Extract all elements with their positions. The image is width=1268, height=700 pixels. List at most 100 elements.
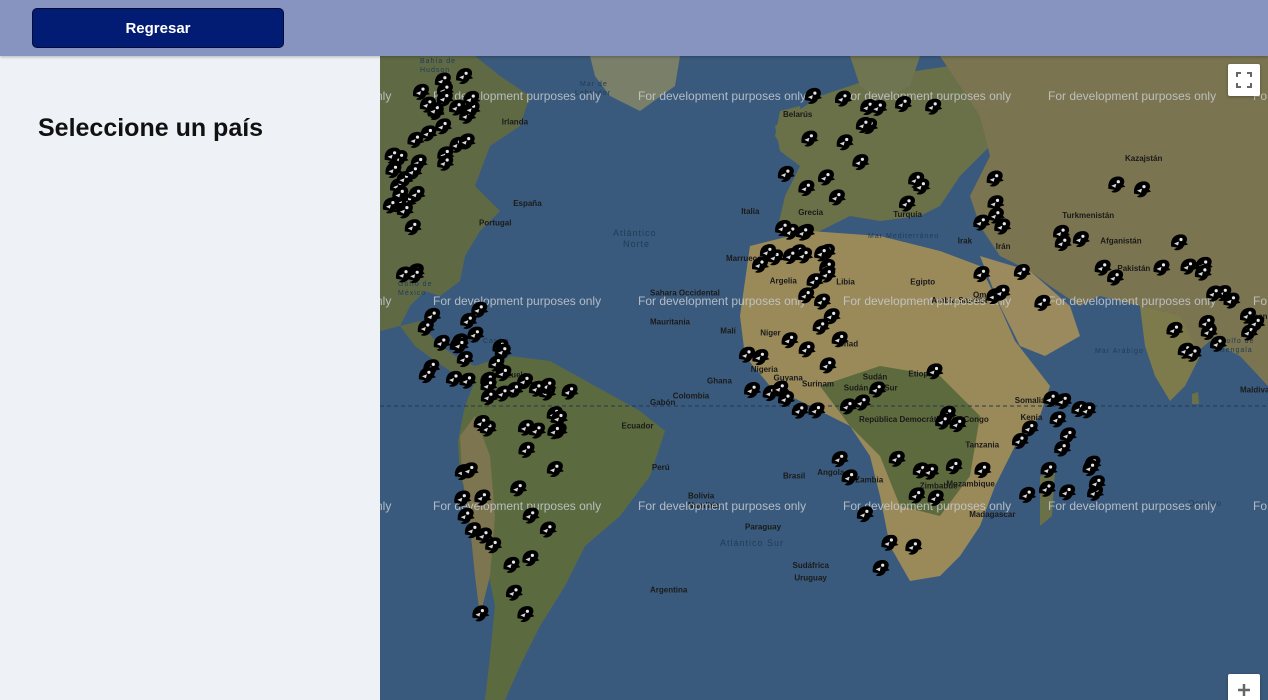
bird-marker-icon[interactable] bbox=[417, 319, 435, 336]
watermark-text: For development purposes only bbox=[638, 499, 806, 513]
bird-marker-icon[interactable] bbox=[456, 351, 474, 368]
bird-marker-icon[interactable] bbox=[819, 357, 837, 374]
bird-marker-icon[interactable] bbox=[840, 398, 857, 415]
bird-marker-icon[interactable] bbox=[836, 134, 854, 151]
bird-marker-icon[interactable] bbox=[814, 293, 832, 310]
bird-marker-icon[interactable] bbox=[539, 521, 557, 538]
fullscreen-button[interactable] bbox=[1228, 64, 1260, 96]
bird-marker-icon[interactable] bbox=[852, 154, 870, 171]
bird-marker-icon[interactable] bbox=[518, 441, 536, 458]
bird-marker-icon[interactable] bbox=[812, 318, 830, 335]
bird-marker-icon[interactable] bbox=[808, 402, 826, 419]
country-label: República Democrática del Congo bbox=[859, 415, 989, 424]
bird-marker-icon[interactable] bbox=[1012, 432, 1029, 449]
watermark-fragment-right: Fo bbox=[1253, 294, 1267, 308]
bird-marker-icon[interactable] bbox=[1072, 231, 1090, 248]
back-button[interactable]: Regresar bbox=[32, 8, 284, 48]
bird-marker-icon[interactable] bbox=[459, 372, 477, 389]
bird-marker-icon[interactable] bbox=[460, 312, 478, 329]
country-label: Kazajstán bbox=[1125, 154, 1162, 163]
bird-marker-icon[interactable] bbox=[777, 165, 795, 182]
bird-marker-icon[interactable] bbox=[1108, 176, 1126, 193]
country-label: Turkmenistán bbox=[1062, 211, 1114, 220]
bird-marker-icon[interactable] bbox=[1054, 440, 1072, 457]
bird-marker-icon[interactable] bbox=[905, 538, 923, 555]
ocean-label-atlantic-north-2: Norte bbox=[623, 239, 650, 249]
bird-marker-icon[interactable] bbox=[744, 382, 762, 398]
bird-marker-icon[interactable] bbox=[974, 462, 992, 478]
bird-marker-icon[interactable] bbox=[781, 332, 799, 349]
bird-marker-icon[interactable] bbox=[872, 560, 890, 576]
country-label: Guyana bbox=[774, 373, 804, 382]
country-label: Angola bbox=[817, 468, 845, 477]
bird-marker-icon[interactable] bbox=[801, 130, 819, 147]
country-label: Gabón bbox=[650, 398, 675, 407]
bird-marker-icon[interactable] bbox=[418, 367, 436, 384]
zoom-in-button[interactable] bbox=[1228, 674, 1260, 700]
bird-marker-icon[interactable] bbox=[1153, 259, 1171, 276]
bird-marker-icon[interactable] bbox=[1039, 480, 1056, 497]
bird-marker-icon[interactable] bbox=[433, 334, 451, 351]
bird-marker-icon[interactable] bbox=[973, 266, 991, 283]
bird-marker-icon[interactable] bbox=[506, 584, 523, 601]
bird-marker-icon[interactable] bbox=[973, 214, 991, 231]
bird-marker-icon[interactable] bbox=[1040, 461, 1058, 478]
country-label: Malí bbox=[720, 326, 736, 335]
map-labels-layer: Atlántico Norte Atlántico Sur Mar Medite… bbox=[380, 58, 1268, 623]
bird-marker-icon[interactable] bbox=[1180, 258, 1198, 275]
bird-marker-icon[interactable] bbox=[791, 402, 809, 419]
bird-marker-icon[interactable] bbox=[1019, 486, 1037, 503]
bird-marker-icon[interactable] bbox=[831, 451, 849, 468]
country-label: Libia bbox=[836, 277, 855, 286]
bird-marker-icon[interactable] bbox=[472, 605, 490, 622]
bird-marker-icon[interactable] bbox=[522, 550, 540, 567]
bird-marker-icon[interactable] bbox=[404, 219, 422, 236]
country-label: Tanzania bbox=[965, 441, 999, 450]
watermark-text: For development purposes only bbox=[433, 294, 601, 308]
bird-marker-icon[interactable] bbox=[1013, 264, 1031, 280]
bird-marker-icon[interactable] bbox=[945, 458, 963, 475]
bird-marker-icon[interactable] bbox=[480, 389, 498, 405]
bird-marker-icon[interactable] bbox=[1166, 321, 1184, 338]
country-label: Ghana bbox=[707, 376, 732, 385]
bird-marker-icon[interactable] bbox=[1049, 411, 1067, 428]
bird-marker-icon[interactable] bbox=[517, 606, 535, 623]
bird-marker-icon[interactable] bbox=[1171, 234, 1188, 251]
country-label: Irlanda bbox=[502, 117, 529, 126]
bird-marker-icon[interactable] bbox=[804, 87, 822, 104]
bird-marker-icon[interactable] bbox=[828, 189, 846, 206]
bird-marker-icon[interactable] bbox=[1059, 484, 1077, 501]
bird-marker-icon[interactable] bbox=[546, 461, 564, 477]
bird-marker-icon[interactable] bbox=[435, 118, 453, 135]
country-label: Sudáfrica bbox=[793, 561, 830, 570]
bird-marker-icon[interactable] bbox=[1034, 294, 1052, 311]
bird-marker-icon[interactable] bbox=[818, 169, 835, 186]
bird-marker-icon[interactable] bbox=[1107, 269, 1125, 286]
bird-marker-icon[interactable] bbox=[854, 394, 871, 411]
bird-marker-icon[interactable] bbox=[806, 273, 824, 290]
bird-marker-icon[interactable] bbox=[888, 450, 906, 467]
bird-marker-icon[interactable] bbox=[456, 68, 474, 85]
bird-marker-icon[interactable] bbox=[503, 556, 521, 573]
bird-marker-icon[interactable] bbox=[547, 423, 565, 440]
ocean-label-bengal-2: Bengala bbox=[1220, 347, 1253, 354]
watermark-text: For development purposes only bbox=[1048, 499, 1216, 513]
country-label: Mozambique bbox=[946, 479, 995, 488]
bird-marker-icon[interactable] bbox=[798, 180, 816, 196]
country-label: Italia bbox=[741, 207, 760, 216]
sidebar: Seleccione un país bbox=[0, 56, 380, 700]
bird-marker-icon[interactable] bbox=[1134, 181, 1151, 198]
bird-marker-icon[interactable] bbox=[814, 245, 832, 262]
bird-marker-icon[interactable] bbox=[407, 131, 425, 148]
country-label: Paraguay bbox=[745, 522, 782, 531]
bird-marker-icon[interactable] bbox=[835, 90, 852, 107]
bird-marker-icon[interactable] bbox=[510, 480, 528, 497]
world-map[interactable]: Atlántico Norte Atlántico Sur Mar Medite… bbox=[380, 56, 1268, 700]
bird-marker-icon[interactable] bbox=[881, 534, 899, 551]
fullscreen-icon bbox=[1236, 72, 1252, 88]
bird-marker-icon[interactable] bbox=[798, 341, 816, 358]
bird-marker-icon[interactable] bbox=[986, 170, 1004, 187]
bird-marker-icon[interactable] bbox=[561, 383, 579, 400]
country-label: Zambia bbox=[855, 475, 884, 484]
watermark-fragment-left: nly bbox=[380, 89, 391, 103]
